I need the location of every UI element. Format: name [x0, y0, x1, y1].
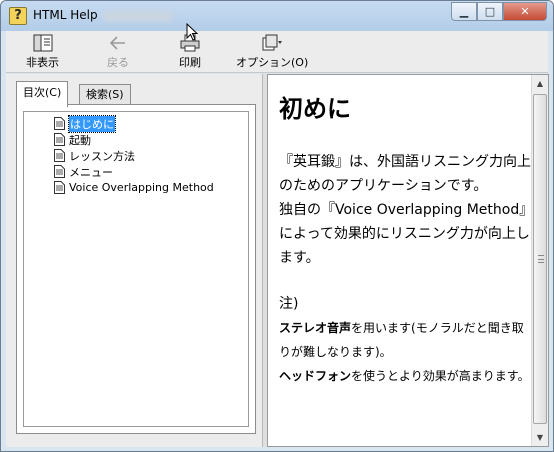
window-title: HTML Help: [33, 8, 98, 22]
tree-item-launch[interactable]: 起動: [54, 132, 91, 147]
note-stereo: ステレオ音声を用います(モノラルだと聞き取りが難しなります)。: [279, 316, 531, 364]
tree-item-menu[interactable]: メニュー: [54, 164, 113, 179]
maximize-button[interactable]: □: [477, 2, 503, 21]
tab-contents-label: 目次(C): [23, 86, 62, 99]
scrollbar-grip-icon: [538, 255, 544, 263]
close-button[interactable]: ✕: [503, 2, 547, 21]
document-icon: [54, 149, 65, 162]
document-icon: [54, 117, 65, 130]
note-stereo-bold: ステレオ音声: [279, 321, 352, 335]
document-icon: [54, 133, 65, 146]
tree-item-label: メニュー: [69, 165, 113, 179]
tab-search[interactable]: 検索(S): [79, 84, 131, 105]
navigation-pane: 目次(C) 検索(S) はじめに 起動 レッスン方法 メニュー Voice Ov…: [6, 74, 263, 447]
scroll-down-arrow-icon[interactable]: ▼: [532, 429, 548, 446]
note-headphones-text: を使うとより効果が高まります。: [351, 369, 530, 383]
maximize-icon: □: [484, 5, 496, 18]
tree-item-label: はじめに: [68, 114, 116, 133]
minimize-icon: ▁: [459, 5, 469, 18]
note-headphones-bold: ヘッドフォン: [279, 369, 352, 383]
topic-pane: 初めに 『英耳鍛』は、外国語リスニング力向上のためのアプリケーションです。 独自…: [267, 74, 549, 447]
print-label: 印刷: [179, 56, 201, 69]
blurred-title-suffix: [103, 10, 173, 22]
note-title: 注): [279, 296, 299, 312]
tree-item-voice-overlapping[interactable]: Voice Overlapping Method: [54, 180, 214, 195]
close-icon: ✕: [520, 5, 530, 18]
method-paragraph: 独自の『Voice Overlapping Method』によって効果的にリスニ…: [279, 202, 530, 266]
back-arrow-icon: [107, 34, 129, 52]
hide-button[interactable]: 非表示: [26, 34, 59, 70]
hide-label: 非表示: [26, 56, 59, 69]
intro-paragraph: 『英耳鍛』は、外国語リスニング力向上のためのアプリケーションです。: [279, 154, 531, 194]
topic-heading: 初めに: [279, 95, 351, 123]
mouse-cursor-icon: [186, 23, 198, 41]
vertical-scrollbar[interactable]: ▲ ▼: [531, 75, 548, 446]
back-button[interactable]: 戻る: [107, 34, 129, 70]
tree-item-lesson-method[interactable]: レッスン方法: [54, 148, 135, 163]
document-icon: [54, 165, 65, 178]
tree-item-label: レッスン方法: [69, 149, 135, 163]
scroll-up-arrow-icon[interactable]: ▲: [532, 75, 548, 92]
tree-item-label: Voice Overlapping Method: [69, 181, 214, 194]
hide-pane-icon: [32, 34, 54, 52]
minimize-button[interactable]: ▁: [451, 2, 477, 21]
window-controls: ▁ □ ✕: [451, 2, 547, 21]
tab-contents[interactable]: 目次(C): [16, 81, 69, 107]
back-label: 戻る: [107, 56, 129, 69]
contents-tree-panel: はじめに 起動 レッスン方法 メニュー Voice Overlapping Me…: [16, 104, 256, 434]
tree-item-introduction[interactable]: はじめに: [54, 114, 116, 133]
scrollbar-thumb[interactable]: [533, 94, 547, 424]
document-icon: [54, 181, 65, 194]
tree-item-label: 起動: [69, 133, 91, 147]
tab-search-label: 検索(S): [86, 88, 124, 101]
contents-tree[interactable]: はじめに 起動 レッスン方法 メニュー Voice Overlapping Me…: [23, 111, 249, 427]
help-app-icon: ?: [9, 7, 27, 25]
options-button[interactable]: オプション(O): [236, 34, 308, 70]
help-window: ? HTML Help ▁ □ ✕ 非表示 戻る 印刷 オプション(O) 目次(…: [0, 0, 554, 452]
options-label: オプション(O): [236, 56, 309, 69]
options-icon: [261, 34, 283, 52]
title-bar[interactable]: ? HTML Help ▁ □ ✕: [1, 1, 553, 31]
toolbar: 非表示 戻る 印刷 オプション(O): [6, 31, 548, 73]
topic-content: 初めに 『英耳鍛』は、外国語リスニング力向上のためのアプリケーションです。 独自…: [279, 89, 531, 388]
note-headphones: ヘッドフォンを使うとより効果が高まります。: [279, 364, 531, 388]
